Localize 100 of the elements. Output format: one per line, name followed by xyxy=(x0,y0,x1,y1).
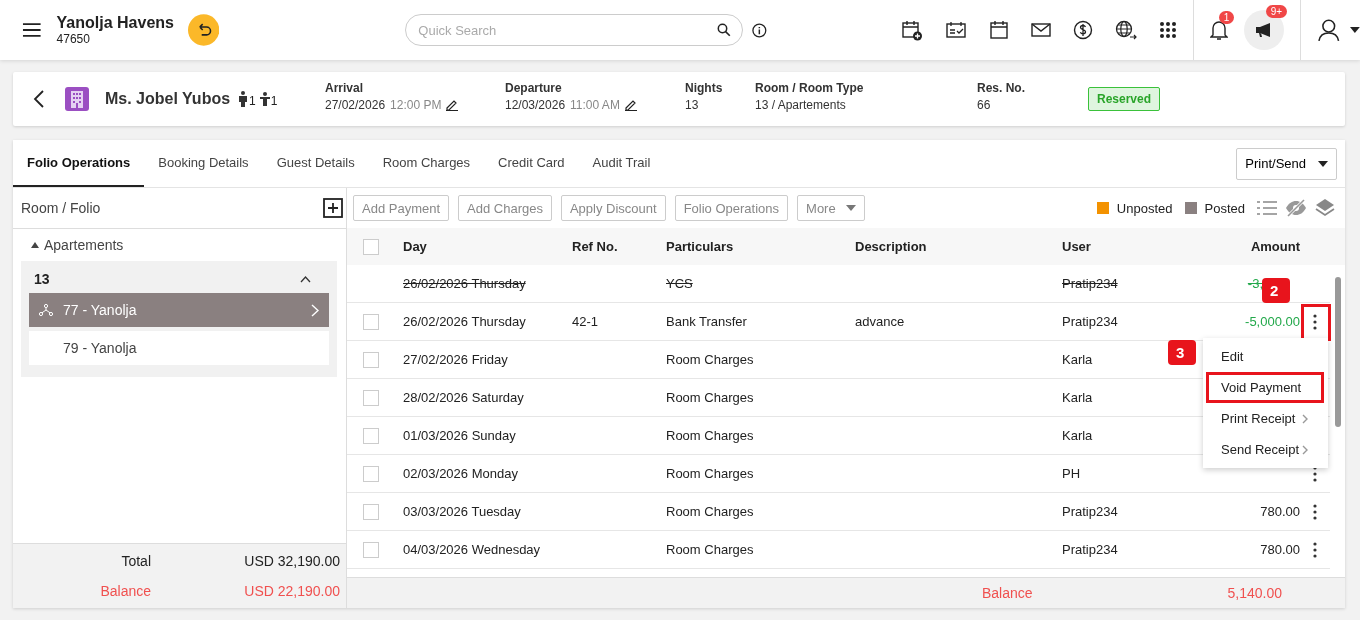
step-marker: 2 xyxy=(1262,278,1291,303)
legend-label: Unposted xyxy=(1116,200,1173,216)
room-number: 13 xyxy=(34,271,50,287)
undo-icon[interactable] xyxy=(187,14,220,46)
field-value: 13 xyxy=(685,98,699,112)
layers-icon[interactable] xyxy=(1315,198,1335,218)
calendar-icon[interactable] xyxy=(988,20,1009,40)
column-header: Ref No. xyxy=(572,239,619,254)
status-badge: Reserved xyxy=(1088,87,1161,111)
panel-title: Room / Folio xyxy=(21,200,101,216)
adult-count: 1 xyxy=(249,94,256,108)
search-field[interactable]: Quick Search xyxy=(405,14,744,46)
calendar-plus-icon[interactable] xyxy=(900,19,923,41)
toolbar-button[interactable]: Add Charges xyxy=(458,195,552,221)
building-icon xyxy=(65,87,89,111)
hotel-code: 47650 xyxy=(56,32,91,46)
amount-cell: 780.00 xyxy=(1260,504,1300,519)
announcement-count: 9+ xyxy=(1265,5,1288,18)
search-icon[interactable] xyxy=(717,23,732,37)
table-cell: PH xyxy=(1062,466,1081,481)
collapse-icon[interactable] xyxy=(300,275,311,283)
tab[interactable]: Room Charges xyxy=(368,140,485,187)
table-cell: Room Charges xyxy=(666,352,754,367)
total-value: USD 32,190.00 xyxy=(243,553,340,569)
user-icon[interactable] xyxy=(1316,18,1341,42)
caret-icon xyxy=(1318,160,1328,167)
hotel-name: Yanolja Havens xyxy=(56,14,174,32)
more-options-icon[interactable] xyxy=(1313,503,1317,520)
chevron-right-icon xyxy=(1302,444,1308,455)
edit-icon[interactable] xyxy=(446,99,459,111)
checkbox[interactable] xyxy=(363,503,379,520)
checkbox[interactable] xyxy=(363,313,379,330)
balance-value: 5,140.00 xyxy=(1227,585,1282,601)
table-cell: advance xyxy=(855,314,905,329)
tab[interactable]: Booking Details xyxy=(144,140,263,187)
mail-icon[interactable] xyxy=(1030,22,1051,38)
menu-icon[interactable] xyxy=(22,22,42,38)
calendar-check-icon[interactable] xyxy=(944,20,967,40)
chevron-right-icon xyxy=(1302,413,1308,424)
column-header: Day xyxy=(403,239,428,254)
column-header: User xyxy=(1062,239,1092,254)
globe-icon[interactable] xyxy=(1114,20,1137,40)
table-cell: 28/02/2026 Saturday xyxy=(403,390,524,405)
field-label: Departure xyxy=(505,81,563,95)
back-icon[interactable] xyxy=(33,90,45,108)
menu-item[interactable]: Void Payment xyxy=(1206,372,1324,403)
bell-icon[interactable] xyxy=(1209,19,1228,41)
hidden-eye-icon[interactable] xyxy=(1285,199,1307,217)
table-cell: Room Charges xyxy=(666,542,754,557)
column-header: Amount xyxy=(1249,239,1300,254)
checkbox[interactable] xyxy=(363,465,379,482)
amount-cell: 780.00 xyxy=(1260,542,1300,557)
menu-item[interactable]: Edit xyxy=(1206,341,1324,372)
tab[interactable]: Guest Details xyxy=(262,140,369,187)
field-time: 12:00 PM xyxy=(390,98,442,112)
caret-icon xyxy=(845,205,856,211)
megaphone-icon xyxy=(1254,22,1273,38)
toolbar-button[interactable]: Add Payment xyxy=(353,195,450,221)
chevron-right-icon xyxy=(311,303,319,317)
checkbox[interactable] xyxy=(363,238,379,255)
print-send-dropdown[interactable]: Print/Send xyxy=(1236,147,1337,180)
amount-cell: -3, xyxy=(1247,276,1263,291)
table-cell: 01/03/2026 Sunday xyxy=(403,428,516,443)
toolbar-button[interactable]: Folio Operations xyxy=(674,195,789,221)
more-options-icon[interactable] xyxy=(1313,541,1317,558)
caret-icon[interactable] xyxy=(1350,27,1360,33)
apps-grid-icon[interactable] xyxy=(1158,21,1177,39)
table-cell: Room Charges xyxy=(666,466,754,481)
table-cell: Pratip234 xyxy=(1062,314,1118,329)
menu-item[interactable]: Print Receipt xyxy=(1206,403,1324,434)
toolbar-button[interactable]: Apply Discount xyxy=(560,195,666,221)
tab[interactable]: Credit Card xyxy=(484,140,579,187)
checkbox[interactable] xyxy=(363,351,379,368)
checkbox[interactable] xyxy=(363,389,379,406)
more-options-icon[interactable] xyxy=(1313,313,1317,330)
step-marker: 3 xyxy=(1168,340,1197,365)
column-header: Description xyxy=(855,239,928,254)
checkbox[interactable] xyxy=(363,427,379,444)
field-time: 11:00 AM xyxy=(570,98,620,112)
dollar-icon[interactable] xyxy=(1072,20,1093,40)
info-icon[interactable] xyxy=(752,22,767,38)
table-cell: 27/02/2026 Friday xyxy=(403,352,508,367)
expand-arrow-icon[interactable] xyxy=(31,242,39,248)
toolbar-button[interactable]: More xyxy=(797,195,865,221)
room-type-group[interactable]: Apartements xyxy=(44,237,124,253)
table-cell: Room Charges xyxy=(666,504,754,519)
balance-value: USD 22,190.00 xyxy=(243,583,340,599)
column-header: Particulars xyxy=(666,239,735,254)
table-cell: Pratip234 xyxy=(1062,504,1118,519)
folio-item[interactable]: 79 - Yanolja xyxy=(29,331,329,365)
field-label: Nights xyxy=(685,81,723,95)
add-icon[interactable] xyxy=(323,198,343,218)
tab[interactable]: Audit Trail xyxy=(578,140,665,187)
table-cell: YCS xyxy=(666,276,693,291)
edit-icon[interactable] xyxy=(624,99,637,111)
folio-item[interactable]: 77 - Yanolja xyxy=(29,293,329,327)
table-cell: Karla xyxy=(1062,390,1093,405)
menu-item[interactable]: Send Receipt xyxy=(1206,434,1324,465)
tab[interactable]: Folio Operations xyxy=(13,140,145,187)
checkbox[interactable] xyxy=(363,541,379,558)
